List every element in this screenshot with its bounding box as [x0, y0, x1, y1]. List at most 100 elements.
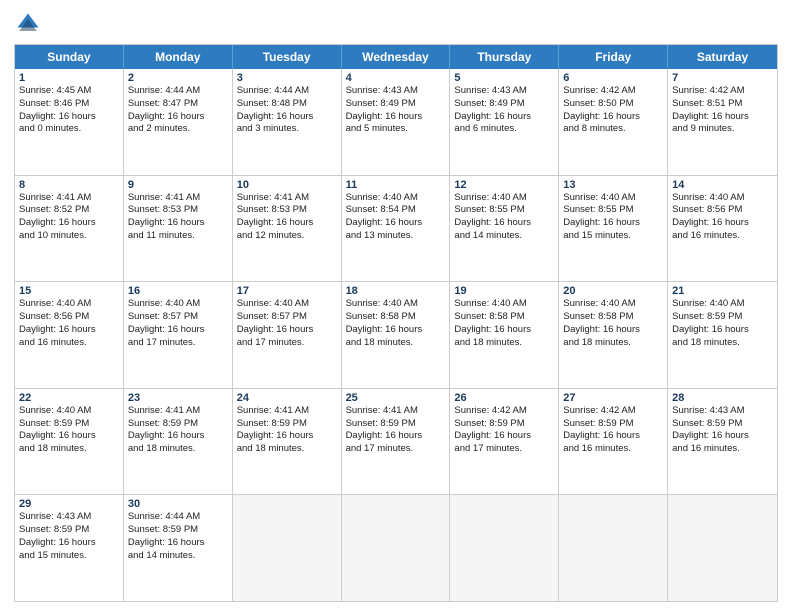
cell-info-line: and 9 minutes.	[672, 123, 773, 136]
day-number: 2	[128, 72, 228, 84]
calendar-week-row: 15Sunrise: 4:40 AMSunset: 8:56 PMDayligh…	[15, 282, 777, 389]
cell-info-line: and 12 minutes.	[237, 230, 337, 243]
cell-info-line: Daylight: 16 hours	[454, 217, 554, 230]
day-number: 15	[19, 285, 119, 297]
calendar-cell: 23Sunrise: 4:41 AMSunset: 8:59 PMDayligh…	[124, 389, 233, 495]
cell-info-line: Sunset: 8:59 PM	[672, 311, 773, 324]
day-number: 10	[237, 179, 337, 191]
cell-info-line: Sunset: 8:49 PM	[454, 98, 554, 111]
calendar-cell: 18Sunrise: 4:40 AMSunset: 8:58 PMDayligh…	[342, 282, 451, 388]
cell-info-line: and 18 minutes.	[454, 337, 554, 350]
calendar-cell: 12Sunrise: 4:40 AMSunset: 8:55 PMDayligh…	[450, 176, 559, 282]
calendar-cell	[450, 495, 559, 601]
cell-info-line: Sunrise: 4:40 AM	[237, 298, 337, 311]
day-number: 6	[563, 72, 663, 84]
cell-info-line: and 14 minutes.	[454, 230, 554, 243]
cell-info-line: Sunrise: 4:43 AM	[19, 511, 119, 524]
calendar-cell: 13Sunrise: 4:40 AMSunset: 8:55 PMDayligh…	[559, 176, 668, 282]
cell-info-line: and 17 minutes.	[346, 443, 446, 456]
calendar-cell: 3Sunrise: 4:44 AMSunset: 8:48 PMDaylight…	[233, 69, 342, 175]
cell-info-line: Daylight: 16 hours	[454, 324, 554, 337]
day-number: 11	[346, 179, 446, 191]
day-of-week-header: Friday	[559, 45, 668, 69]
cell-info-line: Daylight: 16 hours	[454, 430, 554, 443]
cell-info-line: Daylight: 16 hours	[672, 324, 773, 337]
day-number: 4	[346, 72, 446, 84]
cell-info-line: Daylight: 16 hours	[128, 111, 228, 124]
day-of-week-header: Tuesday	[233, 45, 342, 69]
cell-info-line: Sunrise: 4:40 AM	[563, 298, 663, 311]
cell-info-line: Daylight: 16 hours	[237, 430, 337, 443]
cell-info-line: Daylight: 16 hours	[19, 111, 119, 124]
day-number: 26	[454, 392, 554, 404]
calendar-week-row: 1Sunrise: 4:45 AMSunset: 8:46 PMDaylight…	[15, 69, 777, 176]
cell-info-line: and 18 minutes.	[19, 443, 119, 456]
cell-info-line: and 18 minutes.	[563, 337, 663, 350]
cell-info-line: Daylight: 16 hours	[19, 430, 119, 443]
day-number: 14	[672, 179, 773, 191]
day-number: 29	[19, 498, 119, 510]
cell-info-line: Sunset: 8:57 PM	[237, 311, 337, 324]
cell-info-line: and 15 minutes.	[563, 230, 663, 243]
cell-info-line: Daylight: 16 hours	[128, 324, 228, 337]
cell-info-line: Sunset: 8:59 PM	[672, 418, 773, 431]
calendar-cell: 7Sunrise: 4:42 AMSunset: 8:51 PMDaylight…	[668, 69, 777, 175]
cell-info-line: Sunrise: 4:40 AM	[346, 298, 446, 311]
cell-info-line: Sunset: 8:58 PM	[346, 311, 446, 324]
calendar-cell: 21Sunrise: 4:40 AMSunset: 8:59 PMDayligh…	[668, 282, 777, 388]
cell-info-line: Sunrise: 4:40 AM	[19, 405, 119, 418]
calendar-cell: 30Sunrise: 4:44 AMSunset: 8:59 PMDayligh…	[124, 495, 233, 601]
calendar: SundayMondayTuesdayWednesdayThursdayFrid…	[14, 44, 778, 602]
cell-info-line: Sunrise: 4:41 AM	[128, 405, 228, 418]
calendar-cell: 20Sunrise: 4:40 AMSunset: 8:58 PMDayligh…	[559, 282, 668, 388]
cell-info-line: and 13 minutes.	[346, 230, 446, 243]
header	[14, 10, 778, 38]
calendar-cell: 4Sunrise: 4:43 AMSunset: 8:49 PMDaylight…	[342, 69, 451, 175]
calendar-week-row: 29Sunrise: 4:43 AMSunset: 8:59 PMDayligh…	[15, 495, 777, 601]
calendar-cell: 19Sunrise: 4:40 AMSunset: 8:58 PMDayligh…	[450, 282, 559, 388]
day-number: 7	[672, 72, 773, 84]
cell-info-line: and 18 minutes.	[128, 443, 228, 456]
cell-info-line: and 18 minutes.	[672, 337, 773, 350]
cell-info-line: Sunrise: 4:40 AM	[128, 298, 228, 311]
day-of-week-header: Monday	[124, 45, 233, 69]
calendar-cell: 15Sunrise: 4:40 AMSunset: 8:56 PMDayligh…	[15, 282, 124, 388]
calendar-cell: 22Sunrise: 4:40 AMSunset: 8:59 PMDayligh…	[15, 389, 124, 495]
day-number: 12	[454, 179, 554, 191]
cell-info-line: and 5 minutes.	[346, 123, 446, 136]
cell-info-line: Sunset: 8:55 PM	[454, 204, 554, 217]
cell-info-line: Daylight: 16 hours	[563, 324, 663, 337]
cell-info-line: Sunset: 8:49 PM	[346, 98, 446, 111]
cell-info-line: and 0 minutes.	[19, 123, 119, 136]
cell-info-line: Daylight: 16 hours	[19, 537, 119, 550]
calendar-cell: 11Sunrise: 4:40 AMSunset: 8:54 PMDayligh…	[342, 176, 451, 282]
cell-info-line: Sunset: 8:54 PM	[346, 204, 446, 217]
day-number: 1	[19, 72, 119, 84]
cell-info-line: and 10 minutes.	[19, 230, 119, 243]
cell-info-line: Sunrise: 4:43 AM	[672, 405, 773, 418]
cell-info-line: Sunset: 8:59 PM	[237, 418, 337, 431]
cell-info-line: and 15 minutes.	[19, 550, 119, 563]
day-number: 9	[128, 179, 228, 191]
cell-info-line: Sunrise: 4:41 AM	[237, 192, 337, 205]
cell-info-line: Daylight: 16 hours	[19, 324, 119, 337]
cell-info-line: Daylight: 16 hours	[128, 217, 228, 230]
cell-info-line: Sunset: 8:50 PM	[563, 98, 663, 111]
calendar-cell	[342, 495, 451, 601]
calendar-cell	[559, 495, 668, 601]
cell-info-line: Sunrise: 4:42 AM	[563, 85, 663, 98]
cell-info-line: and 16 minutes.	[672, 230, 773, 243]
cell-info-line: Sunrise: 4:40 AM	[563, 192, 663, 205]
cell-info-line: Sunset: 8:46 PM	[19, 98, 119, 111]
calendar-cell	[233, 495, 342, 601]
cell-info-line: Sunrise: 4:44 AM	[128, 511, 228, 524]
day-number: 23	[128, 392, 228, 404]
day-number: 13	[563, 179, 663, 191]
cell-info-line: Sunrise: 4:44 AM	[128, 85, 228, 98]
cell-info-line: Sunset: 8:59 PM	[346, 418, 446, 431]
cell-info-line: and 18 minutes.	[346, 337, 446, 350]
day-number: 8	[19, 179, 119, 191]
cell-info-line: Daylight: 16 hours	[237, 111, 337, 124]
calendar-cell: 24Sunrise: 4:41 AMSunset: 8:59 PMDayligh…	[233, 389, 342, 495]
calendar-cell: 17Sunrise: 4:40 AMSunset: 8:57 PMDayligh…	[233, 282, 342, 388]
